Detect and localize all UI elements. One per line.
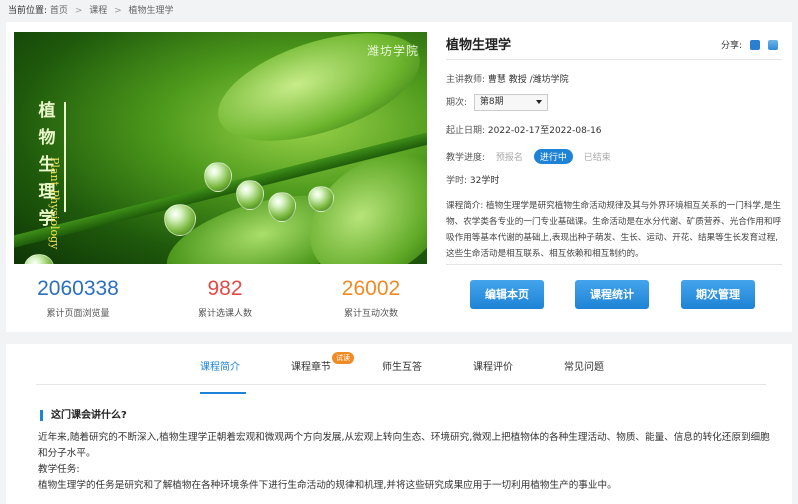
teacher-label: 主讲教师: [446,75,486,85]
stat-page-views: 2060338 累计页面浏览量 [8,276,148,319]
stat-interactions: 26002 累计互动次数 [301,276,441,319]
course-detail-card: 课程简介 课程章节 试读 师生互答 课程评价 常见问题 这门课会讲什么? 近年来… [6,344,792,504]
progress-label: 教学进度: [446,153,486,163]
intro-label: 课程简介: [446,201,484,211]
hours-row: 学时: 32学时 [446,173,499,186]
qzone-share-icon[interactable] [768,39,778,50]
trial-badge: 试读 [332,352,354,364]
breadcrumb-courses-link[interactable]: 课程 [89,6,107,16]
tab-reviews[interactable]: 课程评价 [473,358,513,373]
stat-label: 累计互动次数 [343,309,398,319]
section-body: 近年来,随着研究的不断深入,植物生理学正朝着宏观和微观两个方向发展,从宏观上转向… [38,430,778,494]
active-tab-indicator [200,392,246,394]
tab-faq[interactable]: 常见问题 [564,358,604,373]
course-stats-button[interactable]: 课程统计 [575,280,649,309]
stat-enrolled: 982 累计选课人数 [155,276,295,319]
edit-page-button[interactable]: 编辑本页 [470,280,544,309]
course-cover-image: 潍坊学院 植物生理学 Plant Physiology [14,32,427,264]
weibo-share-icon[interactable] [750,39,760,50]
term-label: 期次: [446,98,468,108]
cover-title-english: Plant Physiology [48,157,61,250]
breadcrumb-separator: > [114,6,122,16]
date-label: 起止日期: [446,126,486,136]
progress-ongoing: 进行中 [533,149,573,164]
hours-value: 32学时 [469,176,500,186]
date-value: 2022-02-17至2022-08-16 [487,126,602,136]
intro-text: 植物生理学是研究植物生命活动规律及其与外界环境相互关系的一门科学,是生物、农学类… [446,201,782,259]
section-paragraph: 近年来,随着研究的不断深入,植物生理学正朝着宏观和微观两个方向发展,从宏观上转向… [38,432,770,459]
progress-finished: 已结束 [583,153,611,163]
tab-chapters[interactable]: 课程章节 [291,358,331,373]
stat-value: 982 [207,277,243,300]
breadcrumb-label: 当前位置: [8,6,48,16]
course-info: 植物生理学 分享: [446,34,782,53]
hours-label: 学时: [446,176,468,186]
course-intro: 课程简介: 植物生理学是研究植物生命活动规律及其与外界环境相互关系的一门科学,是… [446,198,784,262]
progress-row: 教学进度: 预报名 进行中 已结束 [446,149,611,164]
breadcrumb: 当前位置: 首页 > 课程 > 植物生理学 [8,3,174,16]
term-management-button[interactable]: 期次管理 [681,280,755,309]
stat-value: 26002 [341,277,401,300]
school-logo: 潍坊学院 [366,44,419,58]
stat-label: 累计页面浏览量 [46,309,110,319]
breadcrumb-home-link[interactable]: 首页 [50,6,68,16]
chevron-down-icon [535,100,542,104]
progress-preregister: 预报名 [495,153,523,163]
section-paragraph: 植物生理学的任务是研究和了解植物在各种环境条件下进行生命活动的规律和机理,并将这… [38,480,617,491]
breadcrumb-separator: > [74,6,83,16]
course-header-card: 潍坊学院 植物生理学 Plant Physiology 2060338 累计页面… [6,22,792,332]
divider [446,264,782,265]
tab-divider [36,384,766,385]
section-heading: 这门课会讲什么? [40,410,127,421]
term-row: 期次: 第8期 [446,94,548,111]
share-label: 分享: [720,41,742,51]
breadcrumb-current: 植物生理学 [128,6,174,16]
stat-value: 2060338 [37,277,119,300]
term-selected-value: 第8期 [479,97,504,107]
section-paragraph: 教学任务: [38,464,80,475]
teacher-value: 曹慧 教授 /潍坊学院 [487,75,569,85]
tab-course-intro[interactable]: 课程简介 [200,358,240,373]
teacher-row: 主讲教师: 曹慧 教授 /潍坊学院 [446,72,569,85]
date-row: 起止日期: 2022-02-17至2022-08-16 [446,123,602,136]
term-select[interactable]: 第8期 [473,94,548,111]
share-bar: 分享: [721,38,778,51]
divider [446,59,782,60]
tab-qa[interactable]: 师生互答 [382,358,422,373]
stat-label: 累计选课人数 [197,309,252,319]
